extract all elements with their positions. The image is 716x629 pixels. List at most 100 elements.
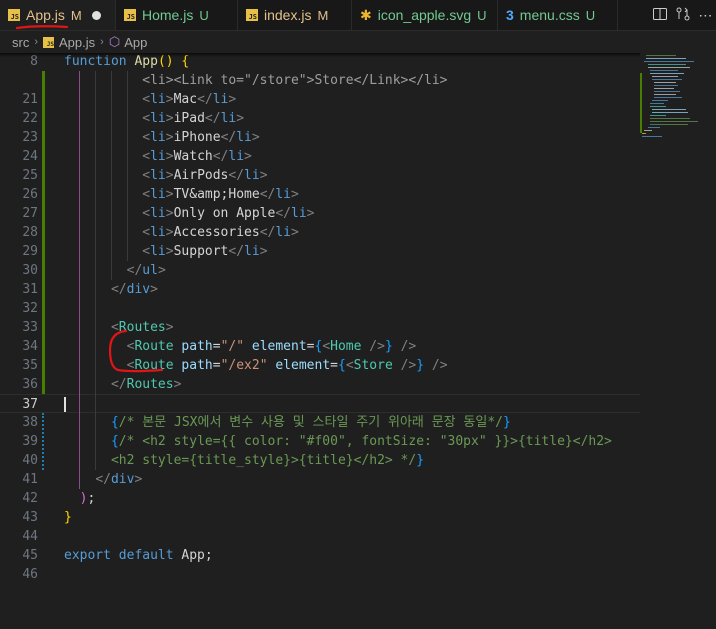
code-line[interactable]: 40 <h2 style={title_style}>{title}</h2> …: [0, 451, 640, 470]
line-number: 32: [22, 301, 38, 316]
code-token: iPhone: [173, 130, 221, 145]
git-modified-gutter[interactable]: [42, 71, 45, 394]
code-token: >: [165, 320, 174, 335]
code-line[interactable]: 46: [0, 565, 640, 584]
breadcrumb-symbol[interactable]: App: [124, 35, 147, 50]
red-underline-annotation: [16, 25, 68, 30]
minimap-line: [652, 76, 678, 77]
minimap-line: [646, 58, 686, 59]
minimap-line: [652, 112, 688, 113]
git-status-badge: U: [199, 7, 209, 23]
code-token: />: [400, 358, 417, 373]
unsaved-dot-icon[interactable]: [91, 10, 101, 20]
code-token: App;: [181, 548, 213, 563]
open-changes-icon[interactable]: [675, 6, 691, 25]
code-token: element: [251, 339, 307, 354]
minimap-line: [650, 121, 698, 122]
code-line[interactable]: 41 </div>: [0, 470, 640, 489]
svg-file-icon: ✱: [360, 6, 372, 23]
code-token: >: [165, 92, 174, 107]
code-token: <: [142, 244, 151, 259]
code-editor[interactable]: 8 function App() { <li><Link to="/store">…: [0, 53, 640, 629]
breadcrumb-file[interactable]: App.js: [59, 35, 95, 50]
code-line[interactable]: 24 <li>Watch</li>: [0, 147, 640, 166]
git-status-badge: U: [477, 7, 487, 23]
minimap-line: [650, 124, 688, 125]
minimap-line: [644, 130, 652, 131]
code-token: =: [212, 339, 221, 354]
code-line[interactable]: 25 <li>AirPods</li>: [0, 166, 640, 185]
code-token: >: [165, 111, 174, 126]
code-line[interactable]: 44: [0, 527, 640, 546]
code-token: }: [64, 510, 72, 525]
code-line[interactable]: 22 <li>iPad</li>: [0, 109, 640, 128]
code-token: >: [165, 149, 174, 164]
code-token: >: [228, 92, 237, 107]
breadcrumb-folder[interactable]: src: [12, 35, 29, 50]
code-line[interactable]: 39 {/* <h2 style={{ color: "#f00", fontS…: [0, 432, 640, 451]
minimap-line: [650, 73, 684, 74]
minimap-line: [644, 61, 694, 62]
code-line[interactable]: 26 <li>TV&amp;Home</li>: [0, 185, 640, 204]
code-line[interactable]: 23 <li>iPhone</li>: [0, 128, 640, 147]
code-token: </: [275, 206, 291, 221]
tab-menu-css[interactable]: 3 menu.css U: [498, 0, 618, 30]
code-line[interactable]: 37: [0, 394, 640, 413]
code-token: >: [306, 206, 315, 221]
editor-tab-bar: JS App.js M JS Home.js U JS index.js M ✱ icon_appl…: [0, 0, 716, 31]
code-token: li: [275, 225, 291, 240]
code-line[interactable]: 33 <Routes>: [0, 318, 640, 337]
code-line[interactable]: 30 </ul>: [0, 261, 640, 280]
code-line[interactable]: <li><Link to="/store">Store</Link></li>: [0, 71, 640, 90]
git-status-badge: M: [70, 7, 82, 23]
code-token: li: [150, 149, 166, 164]
code-line[interactable]: 28 <li>Accessories</li>: [0, 223, 640, 242]
code-token: li: [275, 187, 291, 202]
minimap-change-marker: [640, 73, 642, 133]
tab-icon-apple-svg[interactable]: ✱ icon_apple.svg U: [352, 0, 498, 30]
editor-actions: ⋯: [648, 0, 716, 30]
minimap-line: [650, 115, 666, 116]
code-line[interactable]: 29 <li>Support</li>: [0, 242, 640, 261]
code-token: </: [259, 225, 276, 240]
tab-index-js[interactable]: JS index.js M: [238, 0, 352, 30]
minimap-line: [654, 82, 676, 83]
code-line[interactable]: 34 <Route path="/" element={<Home />} />: [0, 337, 640, 356]
minimap-line: [650, 106, 666, 107]
code-text: <li>Only on Apple</li>: [64, 204, 314, 223]
code-token: Only on Apple: [173, 206, 276, 221]
tab-home-js[interactable]: JS Home.js U: [116, 0, 238, 30]
more-actions-icon[interactable]: ⋯: [698, 7, 712, 24]
code-line[interactable]: 32: [0, 299, 640, 318]
split-editor-icon[interactable]: [652, 6, 668, 25]
code-line[interactable]: 31 </div>: [0, 280, 640, 299]
minimap-line: [654, 97, 682, 98]
code-line[interactable]: 38 {/* 본문 JSX에서 변수 사용 및 스타일 주기 위아래 문장 동일…: [0, 413, 640, 432]
minimap-line: [654, 91, 680, 92]
code-line[interactable]: 27 <li>Only on Apple</li>: [0, 204, 640, 223]
line-number: 43: [22, 510, 38, 525]
code-line[interactable]: 45 export default App;: [0, 546, 640, 565]
dirty-diff-gutter[interactable]: [42, 413, 44, 470]
code-line[interactable]: 21 <li>Mac</li>: [0, 90, 640, 109]
minimap[interactable]: [640, 53, 716, 629]
code-line[interactable]: 36 </Routes>: [0, 375, 640, 394]
code-token: div: [110, 472, 135, 487]
line-number: 21: [22, 92, 38, 107]
code-line[interactable]: 42 );: [0, 489, 640, 508]
code-token: <: [142, 111, 151, 126]
code-line[interactable]: 35 <Route path="/ex2" element={<Store />…: [0, 356, 640, 375]
code-line[interactable]: 43}: [0, 508, 640, 527]
symbol-method-icon: ⬡: [108, 34, 121, 49]
indent-guide: [111, 71, 112, 280]
code-token: >: [244, 149, 252, 164]
indent-guide: [95, 71, 96, 470]
code-token: >: [165, 206, 174, 221]
code-token: >: [236, 111, 245, 126]
